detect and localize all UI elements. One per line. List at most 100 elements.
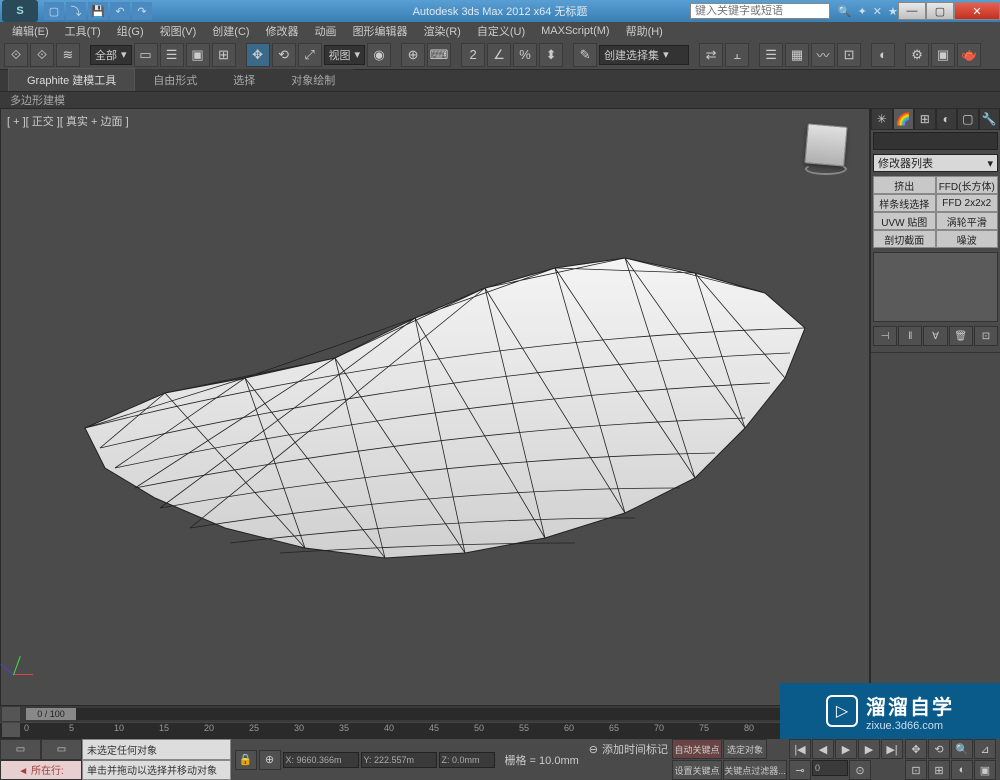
select-move-icon[interactable]: ✥ [246,43,270,67]
select-scale-icon[interactable]: ⤢ [298,43,322,67]
add-time-tag-label[interactable]: 添加时间标记 [602,741,668,757]
keyboard-shortcut-icon[interactable]: ⌨ [427,43,451,67]
schematic-view-icon[interactable]: ⊡ [837,43,861,67]
menu-tools[interactable]: 工具(T) [57,23,109,39]
select-rotate-icon[interactable]: ⟲ [272,43,296,67]
viewcube[interactable] [799,119,853,173]
mod-noise-button[interactable]: 噪波 [936,230,999,248]
keyfilter-button[interactable]: 关键点过滤器... [723,760,787,780]
maxscript-listener-icon[interactable]: ▭ [41,739,82,760]
undo-icon[interactable]: ↶ [110,2,130,20]
configure-sets-icon[interactable]: ⊡ [974,326,998,346]
menu-maxscript[interactable]: MAXScript(M) [533,25,617,37]
menu-animation[interactable]: 动画 [307,23,345,39]
pan-view-icon[interactable]: ✥ [905,739,927,759]
curve-editor-icon[interactable]: 〰 [811,43,835,67]
viewport[interactable]: [ + ][ 正交 ][ 真实 + 边面 ] [0,108,870,706]
walk-through-icon[interactable]: ◐ [951,760,973,780]
coord-z-field[interactable]: Z: 0.0mm [439,752,495,768]
spinner-snap-icon[interactable]: ⬍ [539,43,563,67]
layer-manager-icon[interactable]: ☰ [759,43,783,67]
tab-freeform[interactable]: 自由形式 [135,69,215,91]
align-icon[interactable]: ⫠ [725,43,749,67]
mesh-object[interactable] [45,198,825,578]
app-menu-button[interactable]: S [2,0,38,22]
bind-spacewarp-icon[interactable]: ≋ [56,43,80,67]
close-button[interactable]: ✕ [954,2,1000,20]
display-tab-icon[interactable]: ▢ [957,108,979,130]
tab-object-paint[interactable]: 对象绘制 [273,69,353,91]
window-crossing-icon[interactable]: ⊞ [212,43,236,67]
mod-uvw-map-button[interactable]: UVW 贴图 [873,212,936,230]
redo-icon[interactable]: ↷ [132,2,152,20]
mod-spline-select-button[interactable]: 样条线选择 [873,194,936,212]
favorite-icon[interactable]: ★ [888,5,898,18]
search-icon[interactable]: 🔍 [838,5,852,18]
select-object-icon[interactable]: ▭ [134,43,158,67]
mod-ffd-2x2x2-button[interactable]: FFD 2x2x2 [936,194,999,212]
coord-x-field[interactable]: X: 9660.366m [283,752,359,768]
use-center-icon[interactable]: ◉ [367,43,391,67]
snap-percent-icon[interactable]: % [513,43,537,67]
goto-start-icon[interactable]: |◀ [789,739,811,759]
render-setup-icon[interactable]: ⚙ [905,43,929,67]
menu-rendering[interactable]: 渲染(R) [416,23,469,39]
graphite-icon[interactable]: ▦ [785,43,809,67]
show-result-icon[interactable]: ‖ [898,326,922,346]
hierarchy-tab-icon[interactable]: ⊞ [914,108,936,130]
trackbar-toggle-icon[interactable] [2,723,20,737]
setkey-button[interactable]: 设置关键点 [672,760,722,780]
next-frame-icon[interactable]: ▶ [858,739,880,759]
unlink-icon[interactable]: ⟐ [30,43,54,67]
arc-rotate-icon[interactable]: ⟲ [928,739,950,759]
mod-ffd-box-button[interactable]: FFD(长方体) [936,176,999,194]
open-icon[interactable]: ⤵ [66,2,86,20]
minimize-button[interactable]: — [898,2,926,20]
material-editor-icon[interactable]: ◐ [871,43,895,67]
key-mode-icon[interactable]: ⊸ [789,760,811,780]
selection-filter-dropdown[interactable]: 全部▾ [90,45,132,65]
help-search-input[interactable] [690,3,830,19]
maximize-button[interactable]: ▢ [926,2,954,20]
mod-turbosmooth-button[interactable]: 涡轮平滑 [936,212,999,230]
fov-icon[interactable]: ⊿ [974,739,996,759]
modifier-stack[interactable] [873,252,998,322]
menu-views[interactable]: 视图(V) [152,23,205,39]
current-frame-field[interactable]: 0 [812,760,848,776]
coord-y-field[interactable]: Y: 222.557m [361,752,437,768]
rendered-frame-icon[interactable]: ▣ [931,43,955,67]
modify-tab-icon[interactable]: 🌈 [893,108,915,130]
zoom-extents-icon[interactable]: ⊡ [905,760,927,780]
utilities-tab-icon[interactable]: 🔧 [979,108,1000,130]
time-slider-thumb[interactable]: 0 / 100 [26,708,76,720]
new-icon[interactable]: ▢ [44,2,64,20]
viewport-label[interactable]: [ + ][ 正交 ][ 真实 + 边面 ] [7,113,129,129]
menu-group[interactable]: 组(G) [109,23,152,39]
tab-graphite[interactable]: Graphite 建模工具 [8,68,135,91]
autokey-button[interactable]: 自动关键点 [672,739,722,759]
play-icon[interactable]: ▶ [835,739,857,759]
maxscript-mini-listener-icon[interactable]: ▭ [0,739,41,760]
isolate-icon[interactable]: ⊖ [589,743,598,756]
menu-modifiers[interactable]: 修改器 [258,23,307,39]
snap-2d-icon[interactable]: 2 [461,43,485,67]
selected-button[interactable]: 选定对象 [723,739,767,759]
menu-customize[interactable]: 自定义(U) [469,23,533,39]
zoom-all-icon[interactable]: ⊞ [928,760,950,780]
tab-selection[interactable]: 选择 [215,69,273,91]
object-name-field[interactable] [873,132,998,150]
edit-named-selection-icon[interactable]: ✎ [573,43,597,67]
menu-edit[interactable]: 编辑(E) [4,23,57,39]
render-production-icon[interactable]: 🫖 [957,43,981,67]
track-selected-button[interactable]: ◄ 所在行: [0,760,82,780]
exchange-icon[interactable]: ✕ [873,5,882,18]
subscription-icon[interactable]: ✦ [858,5,867,18]
make-unique-icon[interactable]: ∀ [923,326,947,346]
time-config-icon[interactable] [2,707,20,721]
menu-graph-editors[interactable]: 图形编辑器 [345,23,416,39]
motion-tab-icon[interactable]: ◐ [936,108,958,130]
prev-frame-icon[interactable]: ◀ [812,739,834,759]
goto-end-icon[interactable]: ▶| [881,739,903,759]
save-icon[interactable]: 💾 [88,2,108,20]
named-selection-dropdown[interactable]: 创建选择集▾ [599,45,689,65]
